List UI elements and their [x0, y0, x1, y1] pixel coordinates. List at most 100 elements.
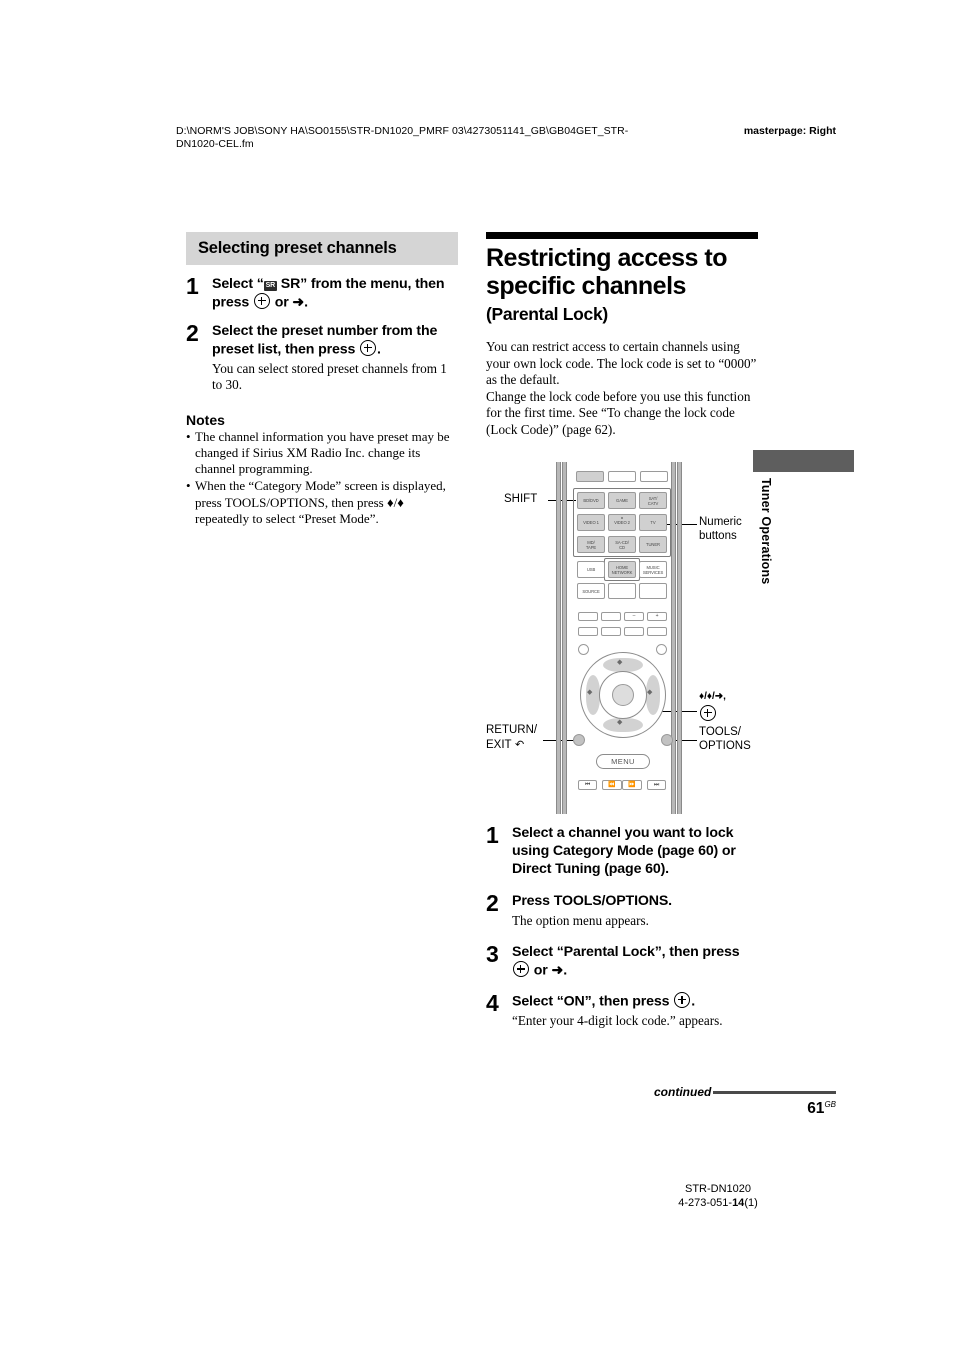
step-description: The option menu appears. [512, 913, 649, 928]
remote-button-video-1[interactable]: VIDEO 1 [577, 514, 605, 531]
remote-button-row5-2[interactable] [608, 583, 636, 599]
enter-button-icon [674, 991, 691, 1008]
file-path-text: D:\NORM'S JOB\SONY HA\SO0155\STR-DN1020_… [176, 125, 629, 150]
remote-button-fn-4[interactable] [647, 627, 667, 636]
dpad-down-segment[interactable] [603, 718, 643, 732]
intro-paragraph: You can restrict access to certain chann… [486, 339, 757, 388]
notes-heading: Notes [186, 411, 225, 428]
callout-return-label: RETURN/ EXIT ↶ [486, 724, 537, 752]
step-item: 1 Select “SR SR” from the menu, then pre… [186, 275, 458, 312]
footer-model-info: STR-DN1020 4-273-051-14(1) [600, 1182, 836, 1210]
remote-button-forward[interactable]: ⏩ [622, 780, 642, 790]
remote-button-md-tape[interactable]: MD/ TAPE [577, 536, 605, 553]
step-text-suffix: or ➜. [270, 294, 308, 311]
step-title: Select “Parental Lock”, then press or ➜. [512, 943, 758, 980]
remote-button-bd-dvd[interactable]: BD/DVD [577, 492, 605, 509]
model-name: STR-DN1020 [684, 1183, 752, 1195]
remote-body: BD/DVD GAME SAT/ CATV VIDEO 1 VIDEO 2 TV… [556, 462, 682, 814]
page-number: 61GB [700, 1100, 836, 1118]
remote-button-usb[interactable]: USB [577, 561, 605, 578]
callout-arrows-label: ♦/♦/➜, [699, 691, 726, 702]
sr-icon: SR [263, 281, 277, 291]
remote-button-sat-catv[interactable]: SAT/ CATV [639, 492, 667, 509]
intro-paragraph-2: Change the lock code before you use this… [486, 388, 751, 437]
remote-button-fn-2[interactable] [601, 627, 621, 636]
enter-button-icon [700, 705, 716, 721]
enter-button-icon [253, 293, 270, 309]
page-title: Restricting access to specific channels [486, 244, 758, 300]
remote-control-diagram: SHIFT Numeric buttons ♦/♦/➜, TOOLS/ OPTI… [486, 462, 776, 817]
dpad-left-arrow-icon: ◆ [587, 688, 593, 696]
remote-button-menu[interactable]: MENU [596, 754, 650, 769]
callout-numeric-line2: buttons [699, 529, 737, 542]
step-title: Select “ON”, then press . [512, 991, 758, 1011]
remote-rail-left-outer [556, 462, 561, 814]
callout-numeric-line1: Numeric [699, 516, 742, 528]
step-description: You can select stored preset channels fr… [212, 361, 447, 393]
remote-button-sa-cd-cd[interactable]: SA-CD/ CD [608, 536, 636, 553]
remote-button-fn-3[interactable] [624, 627, 644, 636]
remote-button-round-left[interactable] [578, 644, 589, 655]
remote-rail-left-inner [562, 462, 567, 814]
remote-button-vol-2[interactable] [601, 612, 621, 621]
step-item: 2 Press TOOLS/OPTIONS. The option menu a… [486, 891, 758, 929]
callout-numeric-label: Numeric buttons [699, 516, 742, 543]
tactile-dot-icon [621, 517, 623, 519]
remote-button-next[interactable]: ⏭ [647, 780, 666, 790]
dpad-down-arrow-icon: ◆ [617, 718, 623, 726]
step-title: Select the preset number from the preset… [212, 322, 458, 359]
callout-tools-label: TOOLS/ OPTIONS [699, 726, 751, 753]
step-text-suffix: or ➜. [530, 962, 568, 979]
step-title: Select “SR SR” from the menu, then press… [212, 275, 458, 312]
remote-button-tv[interactable]: TV [639, 514, 667, 531]
dpad-up-segment[interactable] [603, 658, 643, 672]
remote-button-fn-1[interactable] [578, 627, 598, 636]
part-number-suffix: (1) [744, 1197, 758, 1209]
remote-button-source[interactable]: SOURCE [577, 583, 605, 599]
dpad-up-arrow-icon: ◆ [617, 658, 623, 666]
remote-button-home-network[interactable]: HOME NETWORK [608, 561, 636, 578]
remote-button-top-2[interactable] [608, 471, 636, 482]
callout-return-line2: EXIT [486, 738, 512, 751]
part-number-prefix: 4-273-051- [678, 1197, 733, 1209]
step-text-prefix: Select the preset number from the preset… [212, 322, 438, 358]
masterpage-label: masterpage: Right [743, 125, 836, 137]
step-text-suffix: . [377, 341, 381, 357]
remote-button-round-right[interactable] [656, 644, 667, 655]
remote-rail-right-outer [677, 462, 682, 814]
step-number: 3 [486, 941, 499, 968]
remote-button-music-services[interactable]: MUSIC SERVICES [639, 561, 667, 578]
part-number-bold: 14 [732, 1197, 745, 1209]
step-item: 4 Select “ON”, then press . “Enter your … [486, 989, 758, 1030]
dpad-right-arrow-icon: ◆ [647, 688, 653, 696]
step-number: 1 [486, 822, 499, 848]
remote-button-game[interactable]: GAME [608, 492, 636, 509]
remote-button-return-exit[interactable] [573, 734, 585, 746]
remote-button-vol-1[interactable] [578, 612, 598, 621]
remote-button-tuner[interactable]: TUNER [639, 536, 667, 553]
step-description: “Enter your 4-digit lock code.” appears. [512, 1013, 723, 1029]
remote-button-vol-minus[interactable]: – [624, 612, 644, 621]
step-item: 1 Select a channel you want to lock usin… [486, 824, 758, 878]
return-arrow-icon: ↶ [511, 737, 525, 751]
remote-button-top-3[interactable] [640, 471, 668, 482]
page-number-region: GB [824, 1100, 836, 1109]
callout-enter-icon-wrap [699, 705, 717, 724]
remote-button-rewind[interactable]: ⏪ [602, 780, 622, 790]
remote-button-vol-plus[interactable]: + [647, 612, 667, 621]
dpad-enter-button[interactable] [612, 684, 634, 706]
section-heading-preset-channels: Selecting preset channels [186, 232, 458, 265]
callout-tools-line2: OPTIONS [699, 739, 751, 752]
page-title-line2: specific channels [486, 272, 686, 300]
continued-label: continued [654, 1085, 712, 1099]
remote-button-shift[interactable] [576, 471, 604, 482]
remote-button-tools-options[interactable] [661, 734, 673, 746]
remote-button-prev[interactable]: ⏮ [578, 780, 597, 790]
right-column-steps: 1 Select a channel you want to lock usin… [486, 824, 758, 1030]
page-number-value: 61 [807, 1100, 825, 1118]
step-number: 4 [486, 989, 499, 1016]
remote-button-row5-3[interactable] [639, 583, 667, 599]
enter-button-icon [360, 339, 376, 356]
continued-rule [713, 1090, 836, 1094]
document-header: D:\NORM'S JOB\SONY HA\SO0155\STR-DN1020_… [176, 125, 836, 151]
